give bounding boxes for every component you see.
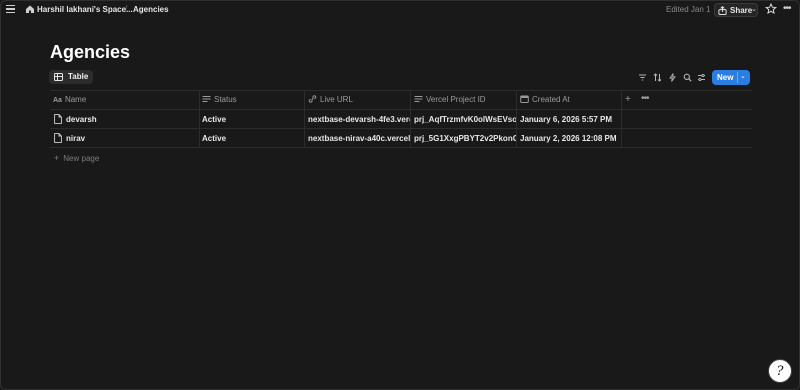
link-icon — [308, 95, 317, 103]
help-button[interactable]: ? — [768, 359, 792, 383]
page-icon — [54, 133, 62, 143]
cell-created-at[interactable]: January 6, 2026 5:57 PM — [520, 115, 620, 124]
more-options-icon[interactable]: ••• — [641, 93, 649, 104]
cell-created-at[interactable]: January 2, 2026 12:08 PM — [520, 134, 620, 143]
new-page-label: New page — [63, 154, 100, 163]
column-divider — [410, 90, 411, 147]
more-options-icon[interactable]: ••• — [783, 3, 791, 14]
help-icon: ? — [776, 364, 784, 379]
title-aa-icon: Aa — [53, 97, 62, 104]
menu-icon[interactable] — [6, 5, 15, 14]
share-label: Share — [730, 6, 753, 15]
column-header-live-url[interactable]: Live URL — [308, 95, 353, 104]
new-button-divider — [737, 72, 738, 83]
column-divider — [516, 90, 517, 147]
breadcrumb-workspace[interactable]: Harshil lakhani's Space... — [37, 5, 133, 14]
column-label: Vercel Project ID — [426, 95, 486, 104]
column-divider — [304, 90, 305, 147]
chevron-down-icon[interactable]: ⌄ — [740, 72, 746, 80]
list-icon — [202, 96, 211, 102]
tab-table-label: Table — [68, 72, 89, 81]
column-header-name[interactable]: Aa Name — [53, 95, 86, 104]
sort-icon[interactable] — [653, 73, 662, 82]
new-button-label: New — [717, 73, 734, 82]
top-bar: Harshil lakhani's Space... / Agencies Ed… — [0, 0, 800, 20]
settings-sliders-icon[interactable] — [697, 73, 706, 82]
page-title: Agencies — [50, 42, 131, 62]
cell-status[interactable]: Active — [202, 115, 302, 124]
cell-name[interactable]: nirav — [66, 134, 196, 143]
divider — [50, 147, 752, 148]
divider — [50, 90, 752, 91]
breadcrumb-separator: / — [125, 4, 128, 13]
column-header-created-at[interactable]: Created At — [520, 95, 570, 104]
plus-icon: + — [54, 153, 60, 163]
calendar-icon — [520, 95, 529, 103]
search-icon[interactable] — [683, 73, 692, 82]
new-button[interactable]: New ⌄ — [712, 70, 750, 85]
cell-vercel-project-id[interactable]: prj_AqfTrzmfvK0olWsEVsoSq — [414, 115, 516, 124]
tab-table-view[interactable]: Table — [49, 70, 93, 84]
page-icon — [54, 114, 62, 124]
home-icon — [26, 5, 34, 13]
cell-status[interactable]: Active — [202, 134, 302, 143]
share-button[interactable]: Share ⌄ — [714, 3, 758, 17]
share-icon — [718, 6, 727, 15]
cell-vercel-project-id[interactable]: prj_5G1XxgPBYT2v2PkonGul — [414, 134, 516, 143]
list-icon — [414, 96, 423, 102]
breadcrumb-page[interactable]: Agencies — [133, 5, 169, 14]
chevron-down-icon: ⌄ — [751, 6, 757, 13]
column-label: Live URL — [320, 95, 353, 104]
column-divider — [621, 90, 622, 147]
column-header-status[interactable]: Status — [202, 95, 237, 104]
add-property-icon[interactable]: + — [625, 94, 631, 105]
column-divider — [199, 90, 200, 147]
column-label: Name — [64, 95, 87, 104]
table-icon — [54, 73, 63, 81]
star-icon[interactable] — [765, 3, 777, 15]
filter-icon[interactable] — [638, 73, 647, 82]
divider — [50, 109, 752, 110]
column-label: Status — [214, 95, 237, 104]
lightning-icon[interactable] — [668, 73, 677, 82]
divider — [50, 128, 752, 129]
cell-live-url[interactable]: nextbase-devarsh-4fe3.vercel.app — [308, 115, 410, 124]
column-header-vercel-project-id[interactable]: Vercel Project ID — [414, 95, 486, 104]
cell-name[interactable]: devarsh — [66, 115, 196, 124]
new-page-button[interactable]: + New page — [54, 153, 99, 163]
edited-timestamp: Edited Jan 1 — [666, 5, 711, 14]
column-label: Created At — [532, 95, 570, 104]
cell-live-url[interactable]: nextbase-nirav-a40c.vercel.app — [308, 134, 410, 143]
